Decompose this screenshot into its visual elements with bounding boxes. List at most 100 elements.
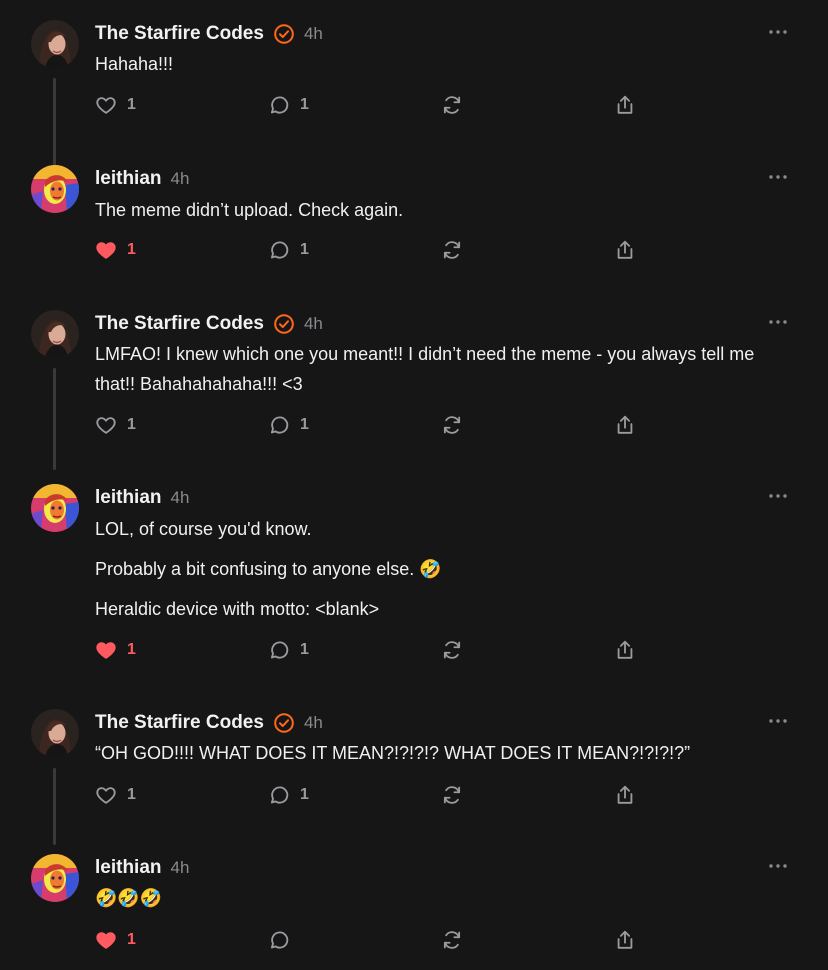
verified-badge-icon (273, 23, 295, 45)
comment-actions: 1 (95, 928, 655, 952)
heart-icon (95, 929, 117, 951)
verified-badge-icon (273, 313, 295, 335)
share-button[interactable] (614, 638, 636, 662)
thread-line (53, 368, 56, 470)
share-icon (614, 94, 636, 116)
heart-icon (95, 414, 117, 436)
more-icon[interactable] (766, 854, 790, 878)
share-button[interactable] (614, 783, 636, 807)
like-button[interactable]: 1 (95, 638, 136, 662)
reply-button[interactable]: 1 (268, 93, 309, 117)
like-count: 1 (127, 786, 136, 803)
more-icon[interactable] (766, 165, 790, 189)
reply-button[interactable]: 1 (268, 238, 309, 262)
avatar[interactable] (31, 854, 79, 902)
comment-text: Hahaha!!! (95, 54, 174, 74)
avatar[interactable] (31, 484, 79, 532)
more-icon[interactable] (766, 20, 790, 44)
author-name[interactable]: The Starfire Codes (95, 712, 264, 734)
author-name[interactable]: The Starfire Codes (95, 23, 264, 45)
heart-icon (95, 784, 117, 806)
reply-count: 1 (300, 641, 309, 658)
comment-header: The Starfire Codes 4h (95, 310, 323, 338)
comment-text: Probably a bit confusing to anyone else.… (95, 559, 442, 579)
heart-icon (95, 639, 117, 661)
comment-text: “OH GOD!!!! WHAT DOES IT MEAN?!?!?!? WHA… (95, 743, 691, 763)
reply-button[interactable] (268, 928, 290, 952)
like-button[interactable]: 1 (95, 783, 136, 807)
avatar[interactable] (31, 310, 79, 358)
restack-button[interactable] (441, 413, 463, 437)
restack-button[interactable] (441, 783, 463, 807)
avatar[interactable] (31, 165, 79, 213)
comment-text: LOL, of course you'd know. (95, 519, 312, 539)
comment-body: The meme didn’t upload. Check again. (95, 195, 785, 235)
timestamp[interactable]: 4h (304, 713, 323, 733)
comment-body: Hahaha!!! (95, 49, 785, 89)
reply-count: 1 (300, 416, 309, 433)
avatar[interactable] (31, 709, 79, 757)
thread-line (53, 768, 56, 845)
share-button[interactable] (614, 928, 636, 952)
timestamp[interactable]: 4h (304, 314, 323, 334)
heart-icon (95, 239, 117, 261)
comment-icon (268, 784, 290, 806)
comment-icon (268, 414, 290, 436)
share-icon (614, 639, 636, 661)
author-name[interactable]: leithian (95, 857, 162, 879)
reply-button[interactable]: 1 (268, 413, 309, 437)
avatar[interactable] (31, 20, 79, 68)
share-button[interactable] (614, 93, 636, 117)
restack-button[interactable] (441, 928, 463, 952)
more-icon[interactable] (766, 709, 790, 733)
reply-button[interactable]: 1 (268, 638, 309, 662)
restack-button[interactable] (441, 238, 463, 262)
comment-body: 🤣🤣🤣 (95, 883, 785, 923)
like-button[interactable]: 1 (95, 238, 136, 262)
reply-button[interactable]: 1 (268, 783, 309, 807)
comment-actions: 11 (95, 638, 655, 662)
comment-header: leithian 4h (95, 854, 189, 882)
comment-icon (268, 929, 290, 951)
share-icon (614, 929, 636, 951)
more-icon[interactable] (766, 310, 790, 334)
restack-icon (441, 94, 463, 116)
like-button[interactable]: 1 (95, 413, 136, 437)
comment-actions: 11 (95, 783, 655, 807)
like-button[interactable]: 1 (95, 928, 136, 952)
comment-body: LMFAO! I knew which one you meant!! I di… (95, 339, 785, 409)
author-name[interactable]: leithian (95, 168, 162, 190)
restack-button[interactable] (441, 638, 463, 662)
restack-icon (441, 929, 463, 951)
comment-icon (268, 639, 290, 661)
author-name[interactable]: The Starfire Codes (95, 313, 264, 335)
reply-count: 1 (300, 241, 309, 258)
comment-header: The Starfire Codes 4h (95, 20, 323, 48)
timestamp[interactable]: 4h (171, 169, 190, 189)
comment-body: LOL, of course you'd know. Probably a bit… (95, 514, 785, 634)
comment-icon (268, 239, 290, 261)
comment-header: leithian 4h (95, 484, 189, 512)
more-icon[interactable] (766, 484, 790, 508)
like-button[interactable]: 1 (95, 93, 136, 117)
like-count: 1 (127, 241, 136, 258)
restack-button[interactable] (441, 93, 463, 117)
comment-header: The Starfire Codes 4h (95, 709, 323, 737)
like-count: 1 (127, 416, 136, 433)
timestamp[interactable]: 4h (304, 24, 323, 44)
author-name[interactable]: leithian (95, 487, 162, 509)
timestamp[interactable]: 4h (171, 488, 190, 508)
share-icon (614, 414, 636, 436)
reply-count: 1 (300, 96, 309, 113)
share-icon (614, 784, 636, 806)
share-button[interactable] (614, 413, 636, 437)
restack-icon (441, 639, 463, 661)
like-count: 1 (127, 641, 136, 658)
comment-text: Heraldic device with motto: <blank> (95, 599, 380, 619)
comment-icon (268, 94, 290, 116)
timestamp[interactable]: 4h (171, 858, 190, 878)
comment-header: leithian 4h (95, 165, 189, 193)
comment-text: The meme didn’t upload. Check again. (95, 200, 404, 220)
share-button[interactable] (614, 238, 636, 262)
like-count: 1 (127, 931, 136, 948)
